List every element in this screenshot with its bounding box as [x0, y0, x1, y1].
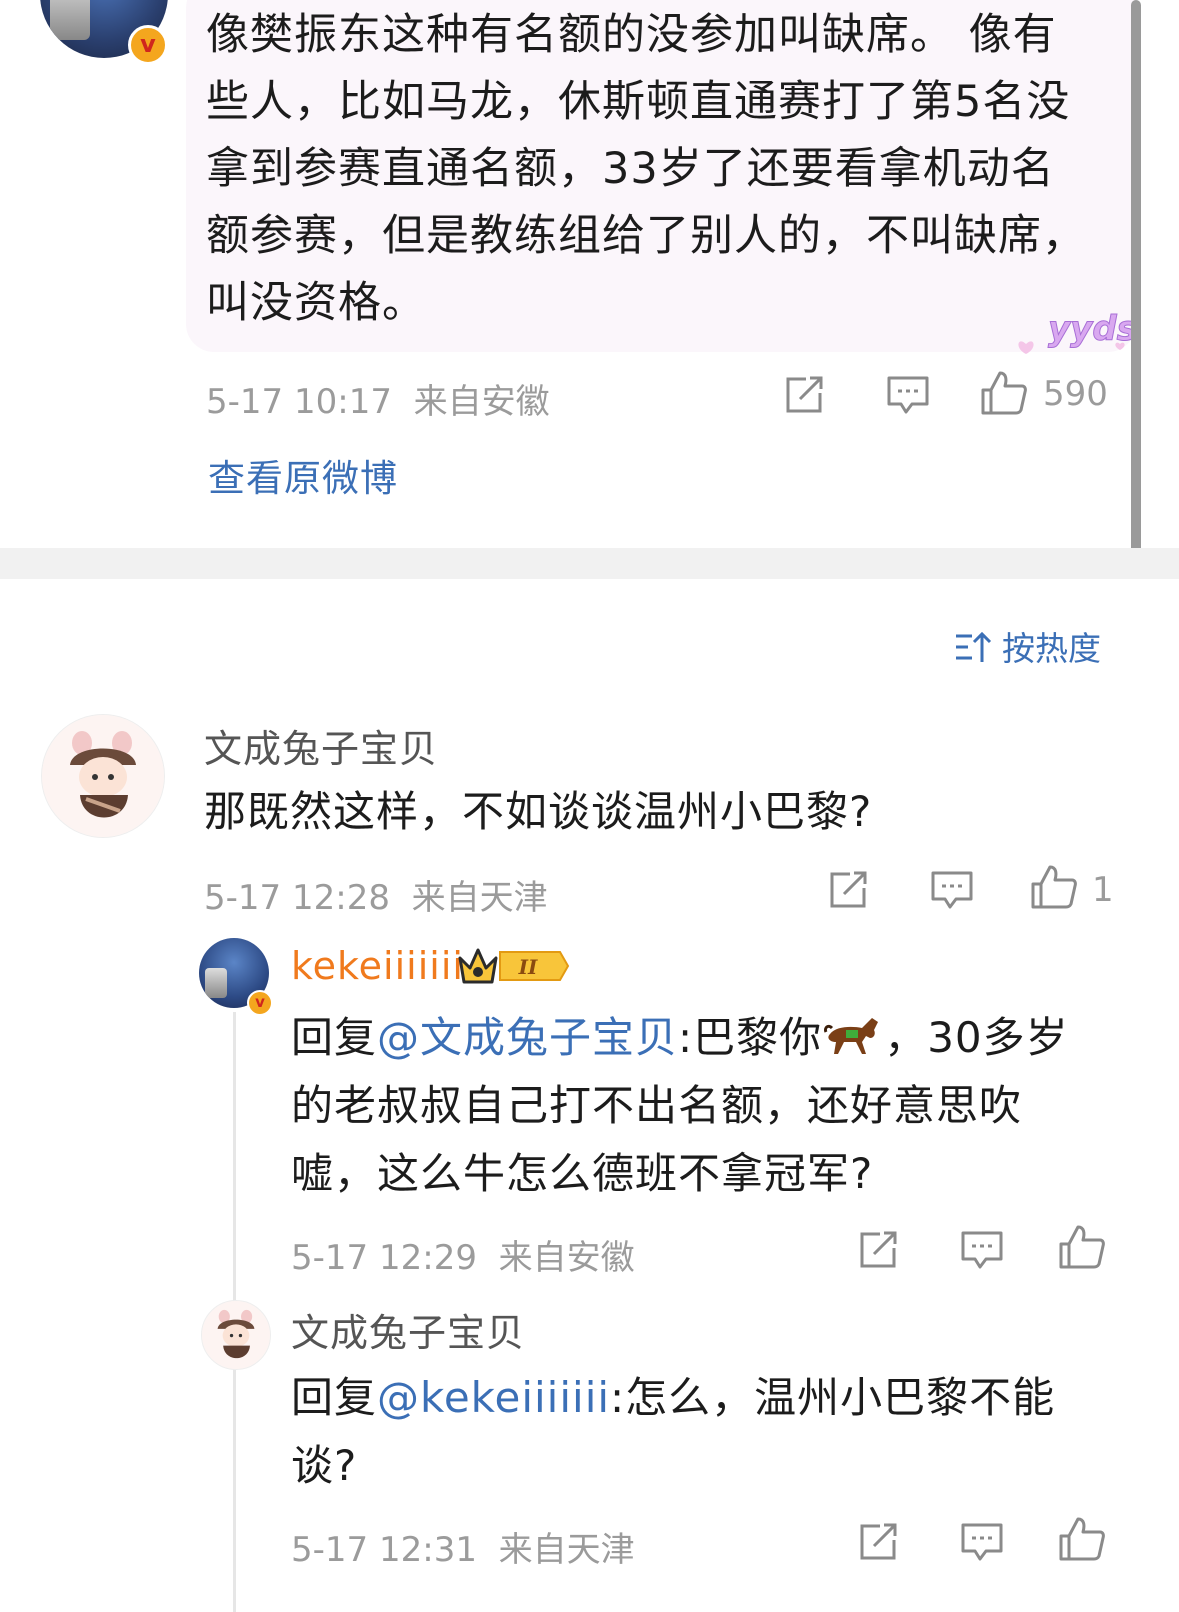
yyds-sticker-icon: yyds — [1018, 309, 1132, 354]
share-icon[interactable] — [858, 1522, 900, 1562]
reply-time: 5-17 12:31 来自天津 — [291, 1530, 635, 1570]
comment-icon[interactable] — [960, 1522, 1004, 1562]
share-icon[interactable] — [858, 1230, 900, 1270]
reply-username[interactable]: kekeiiiiiii — [291, 944, 464, 988]
sort-icon — [956, 631, 992, 662]
reply-username[interactable]: 文成兔子宝贝 — [291, 1302, 525, 1357]
like-icon[interactable] — [1058, 1516, 1106, 1562]
horse-emoji-icon — [824, 1018, 879, 1054]
mention-link[interactable]: @kekeiiiiiii — [377, 1373, 610, 1422]
view-original-weibo-link[interactable]: 查看原微博 — [208, 448, 398, 502]
svg-text:II: II — [518, 955, 538, 979]
svg-text:yyds: yyds — [1048, 309, 1132, 349]
share-icon[interactable] — [784, 375, 826, 415]
comment-time: 5-17 12:28 来自天津 — [204, 878, 548, 918]
reply-time: 5-17 12:29 来自安徽 — [291, 1238, 635, 1278]
sort-label: 按热度 — [1002, 629, 1101, 668]
commenter-avatar[interactable] — [41, 714, 165, 838]
comment-icon[interactable] — [886, 375, 930, 415]
comment-like-count: 1 — [1092, 870, 1114, 910]
comment-icon[interactable] — [960, 1230, 1004, 1270]
trophy-icon — [50, 0, 90, 40]
like-icon[interactable] — [1030, 864, 1078, 910]
quoted-post-like-count: 590 — [1043, 374, 1108, 414]
comment-icon[interactable] — [930, 870, 974, 910]
commenter-username[interactable]: 文成兔子宝贝 — [204, 718, 438, 773]
reply-text: 回复@文成兔子宝贝:巴黎你 ，30多岁的老叔叔自己打不出名额，还好意思吹嘘，这么… — [291, 1013, 1069, 1198]
mention-link[interactable]: @文成兔子宝贝 — [377, 1013, 678, 1062]
verified-badge-icon: v — [128, 25, 168, 65]
quoted-post-text: 像樊振东这种有名额的没参加叫缺席。 像有些人，比如马龙，休斯顿直通赛打了第5名没… — [206, 10, 1086, 328]
scrollbar[interactable] — [1131, 0, 1141, 578]
reply-avatar[interactable] — [201, 1300, 271, 1370]
section-divider — [0, 548, 1179, 579]
sort-by-hot-button[interactable]: 按热度 — [954, 622, 1101, 670]
quoted-post-time: 5-17 10:17 来自安徽 — [206, 382, 550, 422]
trophy-icon — [205, 968, 227, 998]
like-icon[interactable] — [1058, 1224, 1106, 1270]
share-icon[interactable] — [828, 870, 870, 910]
crown-level-badge-icon: II — [458, 948, 570, 984]
like-icon[interactable] — [980, 370, 1028, 416]
reply-text: 回复@kekeiiiiiii:怎么，温州小巴黎不能谈? — [291, 1373, 1056, 1490]
comment-text: 那既然这样，不如谈谈温州小巴黎? — [204, 787, 873, 836]
verified-badge-icon: v — [247, 990, 273, 1016]
